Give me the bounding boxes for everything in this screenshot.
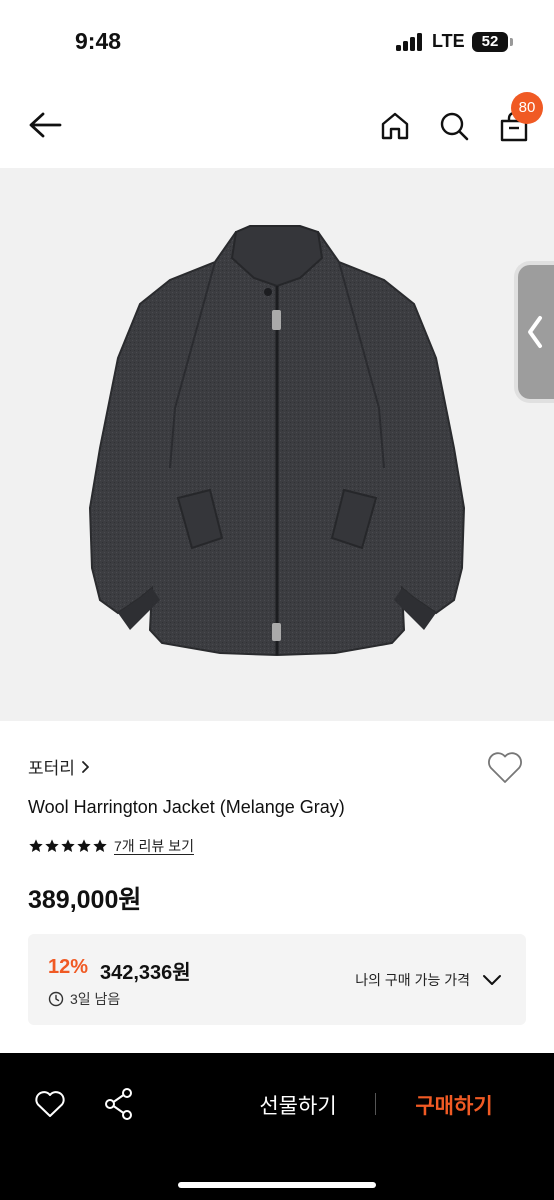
battery-icon: 52 <box>472 32 513 52</box>
chevron-right-icon <box>82 760 89 773</box>
signal-icon <box>396 33 424 51</box>
jacket-photo <box>88 225 466 657</box>
star-rating <box>28 838 108 854</box>
brand-link[interactable]: 포터리 <box>28 754 90 779</box>
product-image[interactable] <box>0 168 554 721</box>
brand-name: 포터리 <box>28 759 75 778</box>
bottom-action-bar: 선물하기 구매하기 <box>0 1053 554 1200</box>
share-icon[interactable] <box>103 1087 135 1121</box>
button-divider <box>375 1093 376 1115</box>
star-icon <box>77 839 91 852</box>
discount-price: 342,336원 <box>100 962 191 984</box>
deal-timer: 3일 남음 <box>48 989 120 1009</box>
home-icon[interactable] <box>380 111 410 141</box>
heart-outline-icon[interactable] <box>34 1089 66 1119</box>
top-nav <box>0 84 554 168</box>
my-price-dropdown[interactable]: 나의 구매 가능 가격 <box>355 970 502 990</box>
network-type: LTE <box>432 31 465 51</box>
discount-percent: 12% <box>48 956 89 978</box>
gift-button[interactable]: 선물하기 <box>240 1087 356 1127</box>
buy-button[interactable]: 구매하기 <box>398 1087 510 1127</box>
rating-row: 7개 리뷰 보기 <box>28 836 194 856</box>
heart-icon[interactable] <box>486 749 524 785</box>
home-indicator <box>178 1182 376 1188</box>
side-panel-tab[interactable] <box>518 265 554 399</box>
chevron-down-icon <box>483 975 501 985</box>
chevron-left-icon <box>528 316 542 348</box>
clock-icon <box>48 991 64 1007</box>
product-title: Wool Harrington Jacket (Melange Gray) <box>28 797 345 817</box>
star-icon <box>93 839 107 852</box>
deal-timer-text: 3일 남음 <box>70 991 121 1007</box>
my-price-label: 나의 구매 가능 가격 <box>355 972 470 988</box>
status-time: 9:48 <box>75 28 122 54</box>
star-icon <box>29 839 43 852</box>
review-link[interactable]: 7개 리뷰 보기 <box>114 836 194 856</box>
back-arrow-icon[interactable] <box>28 111 62 139</box>
cart-count-badge: 80 <box>511 92 543 124</box>
product-price: 389,000원 <box>28 886 142 914</box>
star-icon <box>45 839 59 852</box>
star-icon <box>61 839 75 852</box>
discount-box[interactable]: 12% 342,336원 3일 남음 나의 구매 가능 가격 <box>28 934 526 1025</box>
battery-level: 52 <box>481 33 499 50</box>
status-bar: 9:48 LTE 52 <box>0 0 554 84</box>
search-icon[interactable] <box>439 111 469 141</box>
